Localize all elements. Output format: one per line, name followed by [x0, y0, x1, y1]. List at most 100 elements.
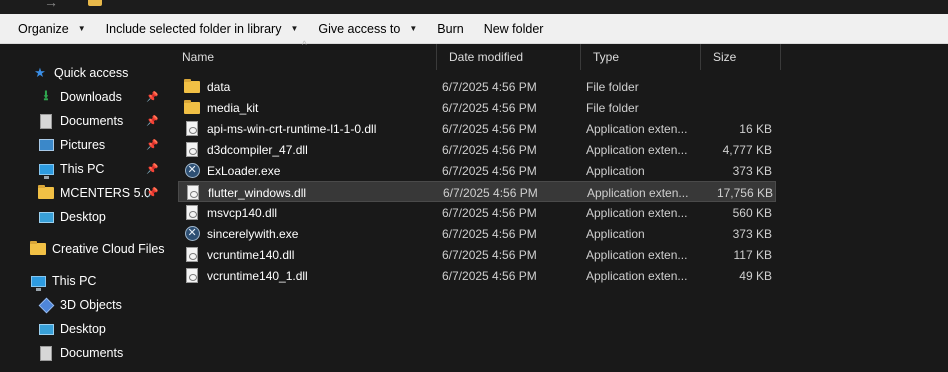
organize-button[interactable]: Organize ▼ — [8, 14, 96, 44]
column-header-label: Name — [182, 50, 215, 64]
column-header-name[interactable]: Name — [170, 44, 437, 70]
column-header-date[interactable]: Date modified — [437, 44, 581, 70]
chevron-down-icon: ▼ — [409, 24, 418, 33]
dll-file-icon — [184, 205, 200, 221]
file-date: 6/7/2025 4:56 PM — [442, 163, 537, 178]
file-name-cell: data — [184, 76, 230, 97]
nav-item-label: Documents — [60, 346, 124, 360]
nav-item-desktop-2[interactable]: Desktop — [0, 318, 170, 340]
file-size: 4,777 KB — [722, 142, 772, 157]
file-date: 6/7/2025 4:56 PM — [442, 268, 537, 283]
file-size: 117 KB — [733, 247, 772, 262]
file-date: 6/7/2025 4:56 PM — [442, 142, 537, 157]
file-size: 16 KB — [739, 121, 772, 136]
pin-icon[interactable]: 📌 — [146, 164, 158, 175]
column-headers: ^ Name Date modified Type Size — [170, 40, 948, 70]
file-size: 560 KB — [732, 205, 772, 220]
folder-icon — [184, 99, 200, 116]
file-date: 6/7/2025 4:56 PM — [442, 205, 537, 220]
file-type: Application exten... — [586, 205, 688, 220]
pin-icon[interactable]: 📌 — [146, 116, 158, 127]
nav-item-this-pc[interactable]: This PC — [0, 270, 170, 292]
file-name-cell: vcruntime140_1.dll — [184, 265, 308, 286]
give-access-label: Give access to — [318, 21, 401, 36]
file-size: 49 KB — [739, 268, 772, 283]
file-name: flutter_windows.dll — [208, 185, 307, 200]
file-row-flutter-windows[interactable]: flutter_windows.dll 6/7/2025 4:56 PM App… — [178, 181, 776, 202]
pin-icon[interactable]: 📌 — [146, 92, 158, 103]
cube-icon — [38, 297, 54, 313]
nav-item-creative-cloud[interactable]: Creative Cloud Files — [0, 238, 170, 260]
file-size: 373 KB — [732, 163, 772, 178]
computer-icon — [38, 161, 54, 179]
exe-app-icon — [184, 226, 200, 242]
file-type: Application exten... — [586, 121, 688, 136]
file-size: 373 KB — [732, 226, 772, 241]
column-header-label: Type — [593, 50, 620, 64]
chevron-down-icon: ▼ — [77, 24, 86, 33]
include-in-library-button[interactable]: Include selected folder in library ▼ — [96, 14, 309, 44]
nav-item-label: Downloads — [60, 90, 122, 104]
file-name: vcruntime140_1.dll — [207, 268, 308, 283]
file-row-sincerelywith[interactable]: sincerelywith.exe 6/7/2025 4:56 PM Appli… — [178, 223, 776, 244]
pictures-icon — [38, 137, 54, 153]
column-header-label: Date modified — [449, 50, 524, 64]
nav-item-pictures[interactable]: Pictures 📌 — [0, 134, 170, 156]
file-size: 17,756 KB — [716, 185, 773, 200]
column-header-label: Size — [713, 50, 737, 64]
dll-file-icon — [184, 247, 200, 263]
chevron-down-icon: ▼ — [290, 24, 299, 33]
file-name-cell: d3dcompiler_47.dll — [184, 139, 308, 160]
column-header-type[interactable]: Type — [581, 44, 701, 70]
forward-arrow-icon[interactable]: → — [44, 0, 58, 10]
document-icon — [38, 113, 54, 129]
file-row-media-kit[interactable]: media_kit 6/7/2025 4:56 PM File folder — [178, 97, 776, 118]
nav-item-downloads[interactable]: ⭳ Downloads 📌 — [0, 86, 170, 108]
file-row-msvcp140[interactable]: msvcp140.dll 6/7/2025 4:56 PM Applicatio… — [178, 202, 776, 223]
file-row-data[interactable]: data 6/7/2025 4:56 PM File folder — [178, 76, 776, 97]
pin-icon[interactable]: 📌 — [146, 140, 158, 151]
dll-file-icon — [185, 185, 201, 201]
file-date: 6/7/2025 4:56 PM — [442, 226, 537, 241]
file-type: Application — [586, 163, 645, 178]
column-header-size[interactable]: Size — [701, 44, 781, 70]
file-row-vcruntime140-1[interactable]: vcruntime140_1.dll 6/7/2025 4:56 PM Appl… — [178, 265, 776, 286]
file-date: 6/7/2025 4:56 PM — [442, 247, 537, 262]
burn-button[interactable]: Burn — [427, 14, 473, 44]
nav-item-label: Quick access — [54, 66, 129, 80]
file-row-api-ms-win-crt[interactable]: api-ms-win-crt-runtime-l1-1-0.dll 6/7/20… — [178, 118, 776, 139]
burn-label: Burn — [437, 21, 464, 36]
organize-label: Organize — [18, 21, 69, 36]
file-type: Application exten... — [587, 185, 689, 200]
dll-file-icon — [184, 268, 200, 284]
file-date: 6/7/2025 4:56 PM — [442, 100, 537, 115]
desktop-icon — [38, 321, 54, 337]
file-name-cell: api-ms-win-crt-runtime-l1-1-0.dll — [184, 118, 376, 139]
pin-icon[interactable]: 📌 — [146, 188, 158, 199]
nav-item-label: Pictures — [60, 138, 106, 152]
file-name-cell: vcruntime140.dll — [184, 244, 294, 265]
nav-item-desktop[interactable]: Desktop — [0, 206, 170, 228]
dll-file-icon — [184, 142, 200, 158]
nav-item-3d-objects[interactable]: 3D Objects — [0, 294, 170, 316]
file-type: File folder — [586, 100, 639, 115]
nav-item-quick-access[interactable]: ★ Quick access — [0, 62, 170, 84]
file-row-exloader[interactable]: ExLoader.exe 6/7/2025 4:56 PM Applicatio… — [178, 160, 776, 181]
file-date: 6/7/2025 4:56 PM — [442, 121, 537, 136]
nav-item-this-pc-pinned[interactable]: This PC 📌 — [0, 158, 170, 180]
file-row-vcruntime140[interactable]: vcruntime140.dll 6/7/2025 4:56 PM Applic… — [178, 244, 776, 265]
file-type: File folder — [586, 79, 639, 94]
file-row-d3dcompiler[interactable]: d3dcompiler_47.dll 6/7/2025 4:56 PM Appl… — [178, 139, 776, 160]
nav-item-documents-2[interactable]: Documents — [0, 342, 170, 364]
nav-item-label: This PC — [52, 274, 97, 288]
file-name: msvcp140.dll — [207, 205, 278, 220]
give-access-button[interactable]: Give access to ▼ — [308, 14, 427, 44]
nav-item-mcenters[interactable]: MCENTERS 5.0 📌 — [0, 182, 170, 204]
nav-item-label: MCENTERS 5.0 — [60, 186, 151, 200]
file-size — [698, 76, 772, 97]
download-icon: ⭳ — [43, 87, 49, 103]
file-type: Application exten... — [586, 268, 688, 283]
nav-item-documents[interactable]: Documents 📌 — [0, 110, 170, 132]
new-folder-button[interactable]: New folder — [474, 14, 554, 44]
nav-item-label: This PC — [60, 162, 105, 176]
